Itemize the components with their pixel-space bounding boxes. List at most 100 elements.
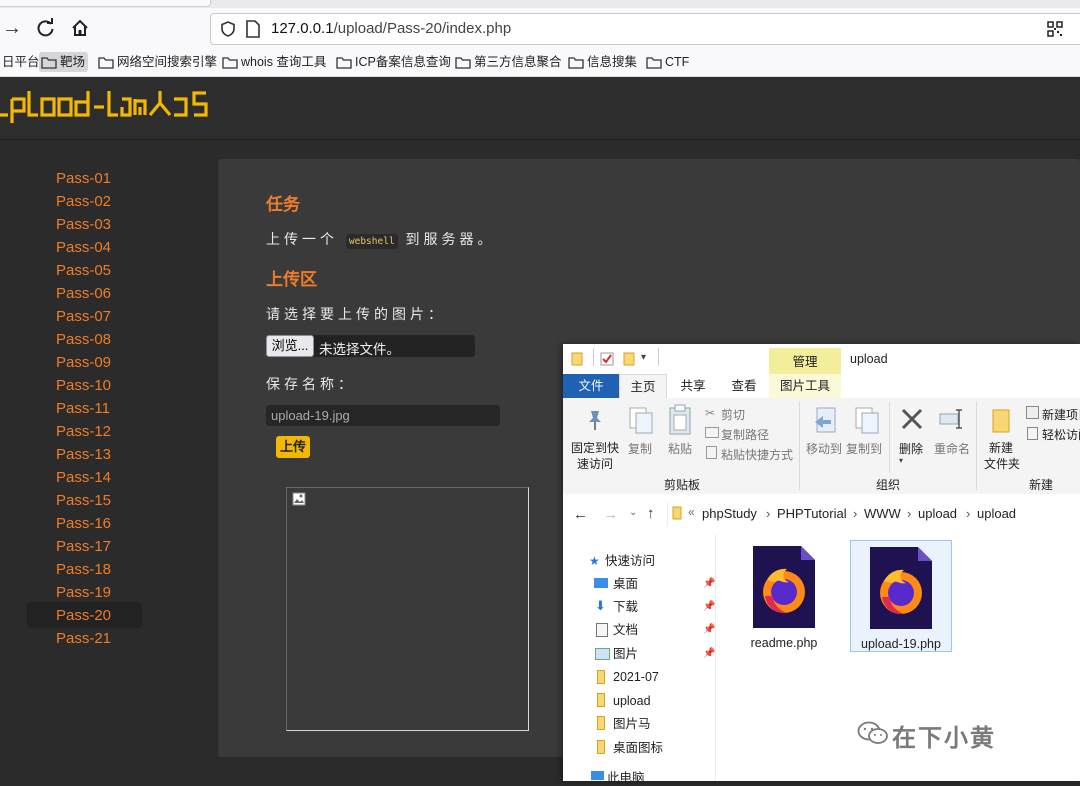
sidebar-item-pass-01[interactable]: Pass-01 <box>56 167 111 190</box>
file-item[interactable]: readme.php <box>733 540 835 652</box>
copy-to-button[interactable]: 复制到 <box>846 440 882 457</box>
folder-icon <box>571 352 583 366</box>
sidebar-item-pass-16[interactable]: Pass-16 <box>56 512 111 535</box>
up-arrow-icon[interactable]: ↑ <box>647 505 655 522</box>
nav-folder-image-horse[interactable]: 图片马 <box>613 716 651 732</box>
manage-context-tab[interactable]: 管理 <box>769 348 841 374</box>
nav-quick-access[interactable]: 快速访问 <box>605 553 655 569</box>
nav-desktop[interactable]: 桌面 <box>613 576 638 592</box>
new-folder-quick-icon[interactable] <box>623 352 635 366</box>
site-logo[interactable] <box>0 85 212 125</box>
sidebar-item-pass-13[interactable]: Pass-13 <box>56 443 111 466</box>
new-item-button[interactable]: 新建项目 <box>1042 406 1080 423</box>
bookmark-folder[interactable]: CTF <box>644 52 692 72</box>
upload-button[interactable]: 上传 <box>276 436 310 458</box>
address-bar[interactable]: 127.0.0.1/upload/Pass-20/index.php <box>210 13 1080 45</box>
pin-quick-access-button[interactable]: 固定到快 速访问 <box>571 440 619 472</box>
bookmark-label: 网络空间搜索引擎 <box>117 55 218 69</box>
bookmark-item[interactable]: 日平台 <box>0 52 43 72</box>
sidebar-item-pass-15[interactable]: Pass-15 <box>56 489 111 512</box>
rename-button[interactable]: 重命名 <box>934 440 970 457</box>
customize-dropdown-icon[interactable]: ▾ <box>641 352 646 363</box>
nav-folder-desktop-icons[interactable]: 桌面图标 <box>613 740 663 756</box>
save-name-input[interactable] <box>266 405 500 426</box>
task-text-prefix: 上传一个 <box>266 231 338 247</box>
sidebar-item-pass-20[interactable]: Pass-20 <box>56 604 111 627</box>
sidebar-item-pass-17[interactable]: Pass-17 <box>56 535 111 558</box>
sidebar-item-pass-19[interactable]: Pass-19 <box>56 581 111 604</box>
forward-icon[interactable]: → <box>0 16 24 40</box>
delete-button[interactable]: 删除 <box>899 440 923 457</box>
url-text[interactable]: 127.0.0.1/upload/Pass-20/index.php <box>271 20 511 37</box>
sidebar-item-pass-05[interactable]: Pass-05 <box>56 259 111 282</box>
site-info-icon[interactable] <box>219 20 237 38</box>
tab-picture-tools[interactable]: 图片工具 <box>769 374 841 398</box>
bookmark-folder[interactable]: 信息搜集 <box>566 52 640 72</box>
organize-group-label: 组织 <box>876 478 901 492</box>
reload-icon[interactable] <box>34 16 58 40</box>
nav-folder-2021-07[interactable]: 2021-07 <box>613 669 659 685</box>
recent-locations-icon[interactable]: ⌄ <box>629 507 637 518</box>
new-item-icon <box>1026 406 1039 419</box>
sidebar-item-pass-02[interactable]: Pass-02 <box>56 190 111 213</box>
bookmark-folder[interactable]: ICP备案信息查询 <box>334 52 454 72</box>
breadcrumb-item[interactable]: upload <box>918 506 957 521</box>
sidebar-item-pass-03[interactable]: Pass-03 <box>56 213 111 236</box>
tab-view[interactable]: 查看 <box>726 374 762 398</box>
sidebar-item-pass-08[interactable]: Pass-08 <box>56 328 111 351</box>
tab-share[interactable]: 共享 <box>675 374 711 398</box>
move-to-button[interactable]: 移动到 <box>806 440 842 457</box>
cut-button[interactable]: 剪切 <box>721 406 745 423</box>
group-separator <box>889 402 890 472</box>
sidebar-item-pass-04[interactable]: Pass-04 <box>56 236 111 259</box>
easy-access-button[interactable]: 轻松访问 <box>1042 426 1080 443</box>
easy-access-icon <box>1027 427 1038 440</box>
bookmark-folder[interactable]: whois 查询工具 <box>220 52 329 72</box>
sidebar-item-pass-06[interactable]: Pass-06 <box>56 282 111 305</box>
bookmark-folder[interactable]: 第三方信息聚合 <box>453 52 565 72</box>
nav-pictures[interactable]: 图片 <box>613 646 638 662</box>
browser-tab[interactable] <box>0 0 211 7</box>
back-arrow-icon[interactable]: ← <box>573 506 588 523</box>
paste-button[interactable]: 粘贴 <box>668 440 692 457</box>
tab-file[interactable]: 文件 <box>563 374 619 398</box>
folder-icon <box>41 56 57 69</box>
sidebar-item-pass-14[interactable]: Pass-14 <box>56 466 111 489</box>
bookmark-folder[interactable]: 网络空间搜索引擎 <box>96 52 220 72</box>
new-folder-button[interactable]: 新建 文件夹 <box>984 440 1020 472</box>
tab-home[interactable]: 主页 <box>619 374 667 398</box>
delete-dropdown-icon[interactable]: ▾ <box>899 456 903 465</box>
sidebar-item-pass-09[interactable]: Pass-09 <box>56 351 111 374</box>
paste-shortcut-button[interactable]: 粘贴快捷方式 <box>721 446 793 463</box>
breadcrumb-overflow-icon[interactable]: « <box>688 505 695 519</box>
paste-icon <box>668 404 692 436</box>
properties-icon[interactable] <box>600 352 614 366</box>
breadcrumb-item[interactable]: phpStudy <box>702 506 757 521</box>
sidebar-item-pass-21[interactable]: Pass-21 <box>56 627 111 650</box>
bookmark-folder[interactable]: 靶场 <box>39 52 89 72</box>
nav-documents[interactable]: 文档 <box>613 622 638 638</box>
breadcrumb-item[interactable]: WWW <box>864 506 901 521</box>
sidebar-item-pass-12[interactable]: Pass-12 <box>56 420 111 443</box>
sidebar-item-pass-07[interactable]: Pass-07 <box>56 305 111 328</box>
folder-icon <box>455 56 471 69</box>
browse-button[interactable]: 浏览... <box>266 335 314 357</box>
breadcrumb-item[interactable]: upload <box>977 506 1016 521</box>
breadcrumb-separator-icon: › <box>853 506 858 521</box>
nav-this-pc[interactable]: 此电脑 <box>607 770 645 786</box>
window-title: upload <box>850 352 888 366</box>
breadcrumb-item[interactable]: PHPTutorial <box>777 506 847 521</box>
nav-folder-upload[interactable]: upload <box>613 693 651 709</box>
webshell-code: webshell <box>345 234 398 249</box>
image-preview-box <box>286 487 529 731</box>
copy-path-button[interactable]: 复制路径 <box>721 426 769 443</box>
sidebar-item-pass-11[interactable]: Pass-11 <box>56 397 110 420</box>
nav-downloads[interactable]: 下载 <box>613 599 638 615</box>
forward-arrow-icon[interactable]: → <box>603 506 618 523</box>
qr-code-icon[interactable] <box>1047 21 1063 37</box>
sidebar-item-pass-18[interactable]: Pass-18 <box>56 558 111 581</box>
home-icon[interactable] <box>68 16 92 40</box>
sidebar-item-pass-10[interactable]: Pass-10 <box>56 374 111 397</box>
file-item-selected[interactable]: upload-19.php <box>850 540 952 652</box>
copy-button[interactable]: 复制 <box>628 440 652 457</box>
